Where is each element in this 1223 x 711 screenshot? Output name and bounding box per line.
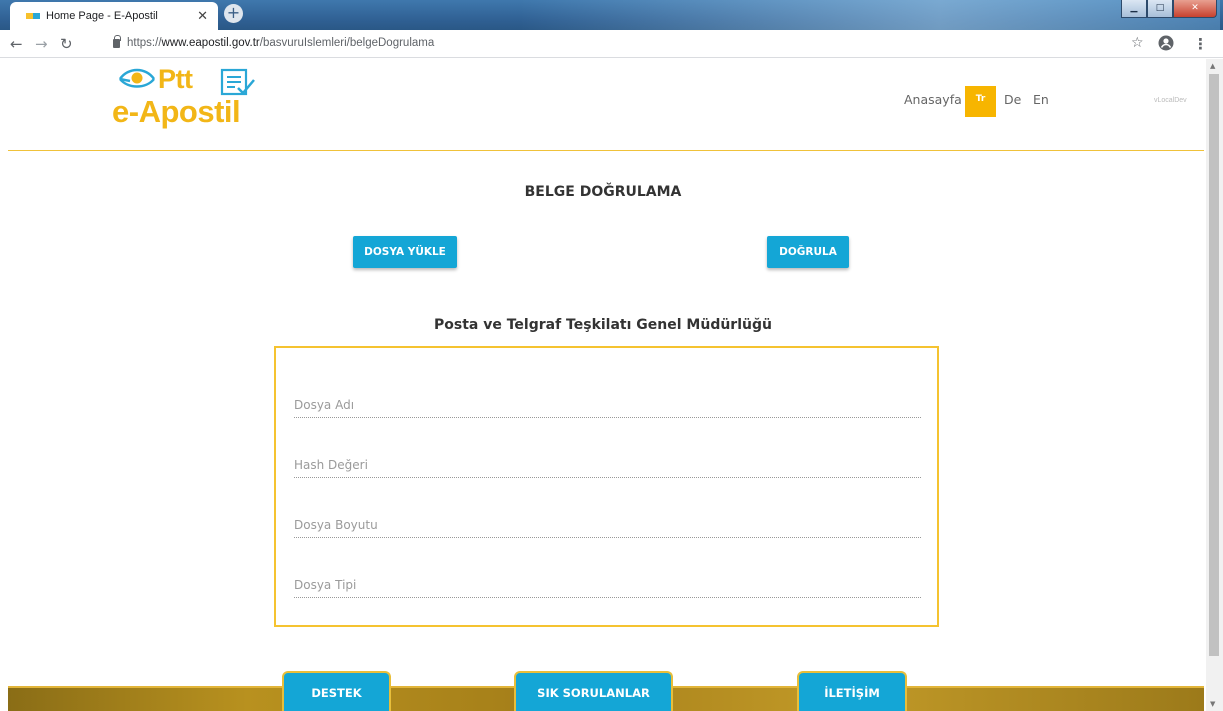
vertical-scrollbar[interactable]: ▲ ▼: [1206, 59, 1223, 711]
favicon-icon: [26, 13, 40, 19]
faq-tab-button[interactable]: SIK SORULANLAR: [514, 671, 673, 711]
browser-toolbar: ← → ↻ https://www.eapostil.gov.tr/basvur…: [0, 30, 1223, 58]
back-arrow-icon[interactable]: ←: [10, 35, 23, 53]
browser-tab[interactable]: Home Page - E-Apostil ✕: [10, 2, 218, 30]
url-scheme: https://: [127, 37, 162, 49]
lock-icon[interactable]: [113, 35, 121, 48]
account-icon[interactable]: [1158, 35, 1174, 55]
reload-icon[interactable]: ↻: [60, 35, 73, 53]
organization-title: Posta ve Telgraf Teşkilatı Genel Müdürlü…: [434, 317, 772, 333]
file-type-label: Dosya Tipi: [294, 578, 357, 592]
lang-en-link[interactable]: En: [1033, 92, 1049, 107]
hash-value-label: Hash Değeri: [294, 458, 368, 472]
nav-home-link[interactable]: Anasayfa: [904, 92, 962, 107]
address-bar[interactable]: https://www.eapostil.gov.tr/basvuruIslem…: [127, 37, 434, 49]
upload-file-button[interactable]: DOSYA YÜKLE: [353, 236, 457, 268]
page-title: BELGE DOĞRULAMA: [524, 184, 682, 200]
menu-dots-icon[interactable]: ⋮: [1193, 35, 1208, 53]
header-divider: [8, 150, 1204, 151]
ptt-eye-icon: [118, 68, 156, 88]
version-label: vLocalDev: [1154, 97, 1187, 104]
file-size-label: Dosya Boyutu: [294, 518, 378, 532]
verify-button[interactable]: DOĞRULA: [767, 236, 849, 268]
bookmark-star-icon[interactable]: ☆: [1131, 35, 1144, 51]
file-name-label: Dosya Adı: [294, 398, 355, 412]
window-title-bar: Home Page - E-Apostil ✕ + ▁ □ ✕: [0, 0, 1223, 30]
forward-arrow-icon[interactable]: →: [35, 35, 48, 53]
minimize-icon[interactable]: ▁: [1121, 0, 1147, 18]
logo-e-apostil-text: e-Apostil: [112, 94, 241, 129]
new-tab-icon[interactable]: +: [224, 4, 243, 23]
url-host: www.eapostil.gov.tr: [161, 37, 260, 49]
title-bar-background: [520, 0, 1220, 30]
lang-de-link[interactable]: De: [1004, 92, 1021, 107]
contact-tab-button[interactable]: İLETİŞİM: [797, 671, 907, 711]
file-name-field[interactable]: Dosya Adı: [294, 394, 921, 418]
window-close-icon[interactable]: ✕: [1173, 0, 1217, 18]
document-info-panel: Dosya Adı Hash Değeri Dosya Boyutu Dosya…: [274, 346, 939, 627]
file-type-field[interactable]: Dosya Tipi: [294, 574, 921, 598]
hash-value-field[interactable]: Hash Değeri: [294, 454, 921, 478]
close-tab-icon[interactable]: ✕: [197, 8, 208, 24]
logo-ptt-text: Ptt: [158, 64, 193, 94]
window-controls: ▁ □ ✕: [1121, 0, 1217, 18]
lang-tr-button[interactable]: Tr: [965, 86, 996, 117]
maximize-icon[interactable]: □: [1147, 0, 1173, 18]
file-size-field[interactable]: Dosya Boyutu: [294, 514, 921, 538]
scroll-down-icon[interactable]: ▼: [1210, 700, 1215, 708]
support-tab-button[interactable]: DESTEK: [282, 671, 391, 711]
e-apostil-logo[interactable]: Ptt e-Apostil: [112, 64, 282, 132]
scrollbar-thumb[interactable]: [1209, 74, 1219, 656]
url-path: /basvuruIslemleri/belgeDogrulama: [259, 37, 435, 49]
scroll-up-icon[interactable]: ▲: [1210, 62, 1215, 70]
tab-title: Home Page - E-Apostil: [46, 10, 158, 22]
